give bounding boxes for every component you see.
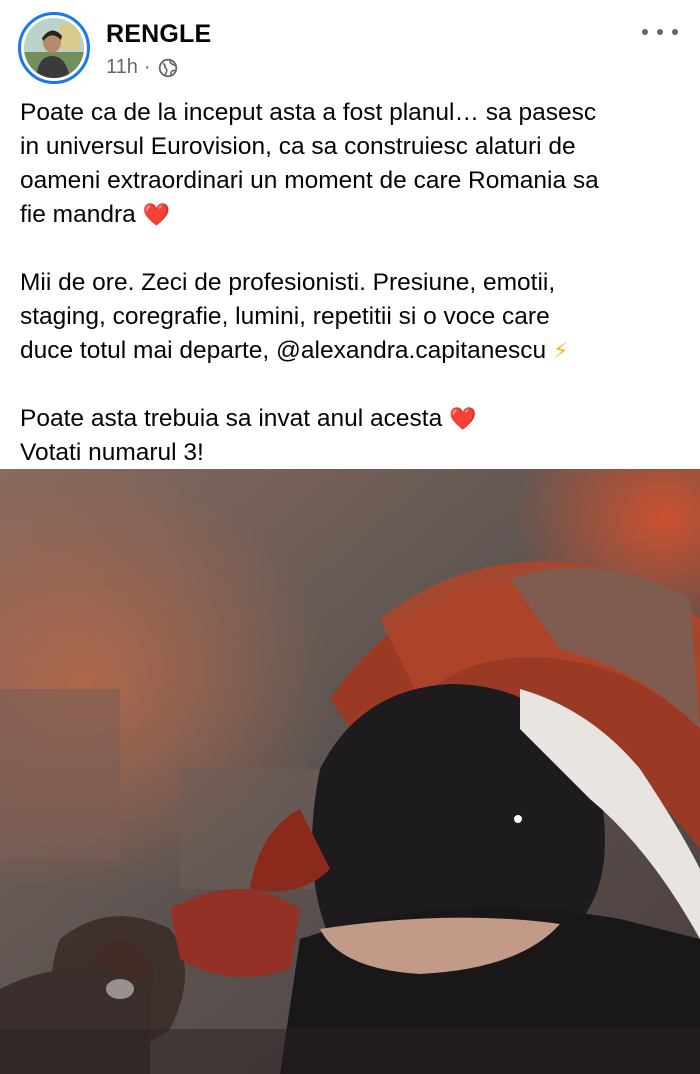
- author-name[interactable]: RENGLE: [106, 20, 211, 49]
- post-time[interactable]: 11h: [106, 56, 138, 79]
- more-dot: [657, 29, 663, 35]
- post-meta: 11h ·: [106, 56, 178, 79]
- paragraph-3: Poate asta trebuia sa invat anul acesta …: [20, 402, 685, 470]
- author-avatar[interactable]: [18, 12, 90, 84]
- globe-icon[interactable]: [158, 58, 178, 78]
- paragraph-1: Poate ca de la inceput asta a fost planu…: [20, 96, 685, 232]
- paragraph-2: Mii de ore. Zeci de profesionisti. Presi…: [20, 266, 685, 368]
- avatar-photo: [24, 18, 84, 78]
- more-dot: [672, 29, 678, 35]
- text-line: staging, coregrafie, lumini, repetitii s…: [20, 303, 550, 330]
- avatar-image: [24, 18, 84, 78]
- heart-emoji: ❤️: [142, 202, 170, 227]
- text-line: Votati numarul 3!: [20, 439, 204, 466]
- meta-separator: ·: [143, 56, 151, 78]
- facebook-post: RENGLE 11h · Poate ca de la inceput asta…: [0, 0, 700, 1074]
- video-frame-image: [0, 469, 700, 1074]
- text-line: fie mandra: [20, 201, 136, 228]
- post-message: Poate ca de la inceput asta a fost planu…: [20, 96, 685, 470]
- heart-emoji: ❤️: [449, 406, 477, 431]
- text-line: duce totul mai departe, @alexandra.capit…: [20, 337, 547, 364]
- post-video-still[interactable]: [0, 469, 700, 1074]
- post-header: RENGLE 11h ·: [0, 0, 700, 90]
- globe-icon-svg: [158, 58, 177, 77]
- more-options-icon[interactable]: [642, 20, 678, 44]
- text-line: Poate ca de la inceput asta a fost planu…: [20, 99, 597, 126]
- text-line: Poate asta trebuia sa invat anul acesta: [20, 405, 443, 432]
- text-line: in universul Eurovision, ca sa construie…: [20, 133, 576, 160]
- text-line: Mii de ore. Zeci de profesionisti. Presi…: [20, 269, 556, 296]
- more-dot: [642, 29, 648, 35]
- lightning-emoji: ⚡: [552, 338, 569, 363]
- text-line: oameni extraordinari un moment de care R…: [20, 167, 599, 194]
